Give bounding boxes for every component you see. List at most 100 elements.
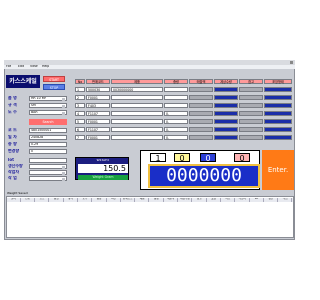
enter-button[interactable]: Enter. [262, 150, 294, 190]
col-header: 포장형태 [264, 79, 292, 84]
table-cell: 7 [75, 135, 85, 140]
table-body: 1 500030 0030000000 2 F0001 3 F403 4 F1107 0. 5 F00… [75, 87, 294, 147]
table-row[interactable]: 5 F0001 0. [75, 119, 294, 125]
grid-column-header[interactable]: 도수 [79, 198, 93, 202]
table-row[interactable]: 4 F1107 0. [75, 111, 294, 117]
table-cell [189, 135, 213, 140]
label-weight: 중 량 [8, 142, 17, 146]
grid-column-header[interactable]: 코드 [36, 198, 50, 202]
start-button[interactable]: START [43, 76, 65, 82]
search-button[interactable]: Search [29, 119, 67, 125]
grade-select[interactable]: BAR [29, 110, 67, 115]
table-cell [264, 103, 292, 108]
weight-field[interactable]: 0.29 [29, 142, 67, 147]
saved-grid [6, 196, 294, 238]
date-field[interactable]: 240828 [29, 135, 67, 140]
app-logo: 카스스케일 [6, 75, 40, 88]
table-row[interactable]: 7 F0001 0. [75, 135, 294, 141]
counter-digit: 0 [234, 153, 250, 163]
grid-column-header[interactable]: 비고 [222, 198, 236, 202]
table-row[interactable]: 3 F403 [75, 103, 294, 109]
grid-column-header[interactable]: lot [250, 198, 264, 202]
col-header: No [75, 79, 85, 84]
table-cell: F1107 [86, 127, 110, 132]
grid-column-header[interactable]: 중량 [93, 198, 107, 202]
lot-field[interactable] [29, 158, 67, 163]
table-cell [111, 111, 163, 116]
counter-digit: 0 [174, 153, 190, 163]
col-header: 계상수량 [214, 79, 238, 84]
table-cell [111, 127, 163, 132]
table-cell [164, 87, 188, 92]
table-cell [189, 87, 213, 92]
table-cell [111, 119, 163, 124]
grid-caption: Weight Saved [7, 192, 28, 195]
code-field[interactable]: 4801500001 [29, 128, 67, 133]
scale-title: WEIGHT [96, 159, 110, 162]
table-cell [214, 87, 238, 92]
menu-item-help[interactable]: Help [42, 65, 49, 68]
change-value: 0 [31, 150, 34, 153]
work-select[interactable] [29, 176, 67, 181]
product-select[interactable]: HR 10 MP [29, 96, 67, 101]
table-header-row: No 판매코드 제품 중량 매출액 계상수량 참고 포장형태 [75, 79, 294, 85]
grid-column-header[interactable]: 계상수량 [179, 198, 193, 202]
menu-item-file[interactable]: File [6, 65, 11, 68]
table-cell [239, 103, 263, 108]
table-cell [214, 95, 238, 100]
grid-column-header[interactable]: 작업자 [236, 198, 250, 202]
date-value: 240828 [31, 136, 44, 139]
col-header: 판매코드 [86, 79, 110, 84]
menu-item-edit[interactable]: Edit [18, 65, 24, 68]
table-row[interactable]: 6 F1107 0. [75, 127, 294, 133]
label-product: 품 명 [8, 96, 17, 100]
table-cell: 0. [164, 111, 188, 116]
table-cell [264, 111, 292, 116]
grid-column-header[interactable]: 참고 [193, 198, 207, 202]
table-cell [214, 119, 238, 124]
grid-column-header[interactable]: 중량 [150, 198, 164, 202]
grid-column-header[interactable]: 판매코드 [121, 198, 136, 202]
grid-column-header[interactable]: 매출액 [164, 198, 179, 202]
quantity-select[interactable] [29, 164, 67, 169]
label-quantity: 생산수량 [8, 164, 23, 168]
grid-column-header[interactable]: 규격 [64, 198, 78, 202]
table-cell: 0030000000 [111, 87, 163, 92]
stop-button[interactable]: STOP [43, 84, 65, 90]
grid-column-header[interactable]: 시간 [107, 198, 121, 202]
grid-column-header[interactable]: 생산 [264, 198, 279, 202]
grid-column-header[interactable]: 품명 [50, 198, 64, 202]
table-cell [264, 135, 292, 140]
table-cell: 6 [75, 127, 85, 132]
spec-value: SM [31, 104, 36, 107]
grade-value: BAR [31, 111, 38, 114]
grid-column-header[interactable]: 작업 [279, 198, 293, 202]
label-grade: 도 수 [8, 110, 17, 114]
scale-unit-bar: Weight Gram [78, 175, 128, 180]
change-field[interactable]: 0 [29, 149, 67, 154]
worker-select[interactable] [29, 170, 67, 175]
col-header: 제품 [111, 79, 163, 84]
grid-column-header[interactable]: 일자 [7, 198, 21, 202]
table-cell: 1 [75, 87, 85, 92]
table-row[interactable]: 1 500030 0030000000 [75, 87, 294, 93]
table-cell: F0001 [86, 95, 110, 100]
table-cell: 2 [75, 95, 85, 100]
spec-select[interactable]: SM [29, 103, 67, 108]
table-cell [164, 95, 188, 100]
table-row[interactable]: 2 F0001 [75, 95, 294, 101]
grid-column-header[interactable]: 포장 [207, 198, 221, 202]
table-cell [239, 119, 263, 124]
counter-digit: 0 [200, 153, 216, 163]
label-spec: 규 격 [8, 103, 17, 107]
table-cell: F403 [86, 103, 110, 108]
grid-column-header[interactable]: 번호 [21, 198, 36, 202]
window-close-icon[interactable] [290, 61, 293, 64]
table-cell [111, 103, 163, 108]
table-cell [189, 95, 213, 100]
menu-item-view[interactable]: View [30, 65, 38, 68]
label-change: 변경량 [8, 149, 20, 153]
table-cell [264, 119, 292, 124]
table-cell [264, 127, 292, 132]
grid-column-header[interactable]: 제품 [136, 198, 150, 202]
